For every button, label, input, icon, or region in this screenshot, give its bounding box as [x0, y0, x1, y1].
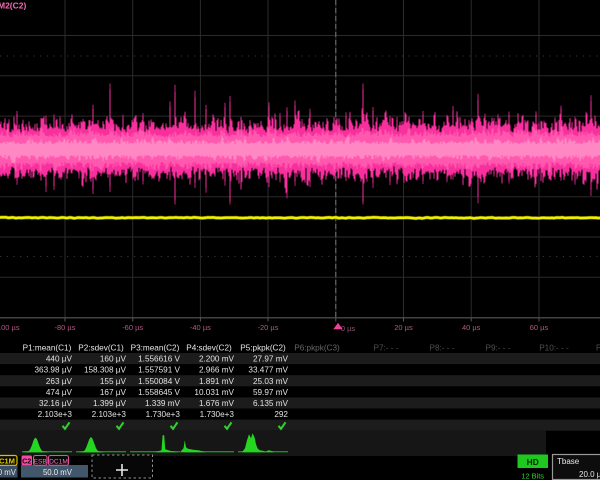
- svg-text:M2(C2): M2(C2): [0, 1, 27, 11]
- svg-text:2.200 mV: 2.200 mV: [199, 355, 235, 364]
- svg-text:474 µV: 474 µV: [46, 388, 73, 397]
- svg-text:C2: C2: [22, 456, 31, 465]
- svg-text:P10:- - -: P10:- - -: [539, 344, 569, 353]
- svg-text:P9:- - -: P9:- - -: [485, 344, 510, 353]
- svg-text:DC1M: DC1M: [0, 457, 15, 466]
- svg-text:440 µV: 440 µV: [46, 355, 73, 364]
- svg-text:40 µs: 40 µs: [462, 323, 481, 332]
- svg-text:P8:- - -: P8:- - -: [429, 344, 454, 353]
- svg-text:ESB: ESB: [34, 458, 48, 465]
- svg-text:20.0 µs: 20.0 µs: [579, 470, 600, 479]
- svg-text:158.308 µV: 158.308 µV: [84, 366, 127, 375]
- svg-text:1.556616 V: 1.556616 V: [138, 355, 180, 364]
- svg-text:P5:pkpk(C2): P5:pkpk(C2): [240, 344, 286, 353]
- svg-text:32.16 µV: 32.16 µV: [39, 399, 72, 408]
- svg-text:1.730e+3: 1.730e+3: [146, 410, 181, 419]
- svg-text:-60 µs: -60 µs: [122, 323, 143, 332]
- svg-text:P3:mean(C2): P3:mean(C2): [131, 344, 180, 353]
- svg-text:2.103e+3: 2.103e+3: [92, 410, 127, 419]
- svg-text:1.676 mV: 1.676 mV: [199, 399, 235, 408]
- svg-text:1.550084 V: 1.550084 V: [138, 377, 180, 386]
- svg-text:6.135 mV: 6.135 mV: [253, 399, 289, 408]
- svg-text:P6:pkpk(C3): P6:pkpk(C3): [294, 344, 340, 353]
- svg-text:1.557591 V: 1.557591 V: [138, 366, 180, 375]
- svg-text:Tbase: Tbase: [557, 457, 580, 466]
- svg-text:DC1M: DC1M: [49, 458, 68, 465]
- svg-text:1.891 mV: 1.891 mV: [199, 377, 235, 386]
- svg-text:25.03 mV: 25.03 mV: [253, 377, 289, 386]
- svg-text:10.0 mV: 10.0 mV: [0, 468, 17, 477]
- svg-text:P7:- - -: P7:- - -: [373, 344, 398, 353]
- svg-text:-20 µs: -20 µs: [258, 323, 279, 332]
- svg-text:20 µs: 20 µs: [394, 323, 413, 332]
- svg-text:P11:- -: P11:- -: [596, 344, 600, 353]
- svg-text:50.0 mV: 50.0 mV: [43, 468, 73, 477]
- svg-text:363.98 µV: 363.98 µV: [35, 366, 73, 375]
- svg-text:-100 µs: -100 µs: [0, 323, 20, 332]
- svg-text:59.97 mV: 59.97 mV: [253, 388, 289, 397]
- svg-text:-80 µs: -80 µs: [55, 323, 76, 332]
- svg-text:P4:sdev(C2): P4:sdev(C2): [186, 344, 232, 353]
- svg-text:60 µs: 60 µs: [530, 323, 549, 332]
- svg-text:P1:mean(C1): P1:mean(C1): [23, 344, 72, 353]
- svg-text:-40 µs: -40 µs: [190, 323, 211, 332]
- svg-text:2.966 mV: 2.966 mV: [199, 366, 235, 375]
- svg-text:0 µs: 0 µs: [341, 324, 356, 333]
- svg-text:12 Bits: 12 Bits: [521, 471, 544, 480]
- svg-text:27.97 mV: 27.97 mV: [253, 355, 289, 364]
- svg-text:1.730e+3: 1.730e+3: [200, 410, 235, 419]
- svg-text:1.339 mV: 1.339 mV: [145, 399, 181, 408]
- svg-text:1.399 µV: 1.399 µV: [93, 399, 126, 408]
- svg-text:263 µV: 263 µV: [46, 377, 73, 386]
- svg-text:1.558645 V: 1.558645 V: [138, 388, 180, 397]
- svg-text:P2:sdev(C1): P2:sdev(C1): [78, 344, 124, 353]
- svg-text:33.477 mV: 33.477 mV: [248, 366, 288, 375]
- svg-text:2.103e+3: 2.103e+3: [38, 410, 73, 419]
- svg-text:10.031 mV: 10.031 mV: [194, 388, 234, 397]
- svg-text:155 µV: 155 µV: [100, 377, 127, 386]
- svg-text:160 µV: 160 µV: [100, 355, 127, 364]
- svg-text:HD: HD: [527, 457, 539, 467]
- svg-text:292: 292: [274, 410, 288, 419]
- svg-text:167 µV: 167 µV: [100, 388, 127, 397]
